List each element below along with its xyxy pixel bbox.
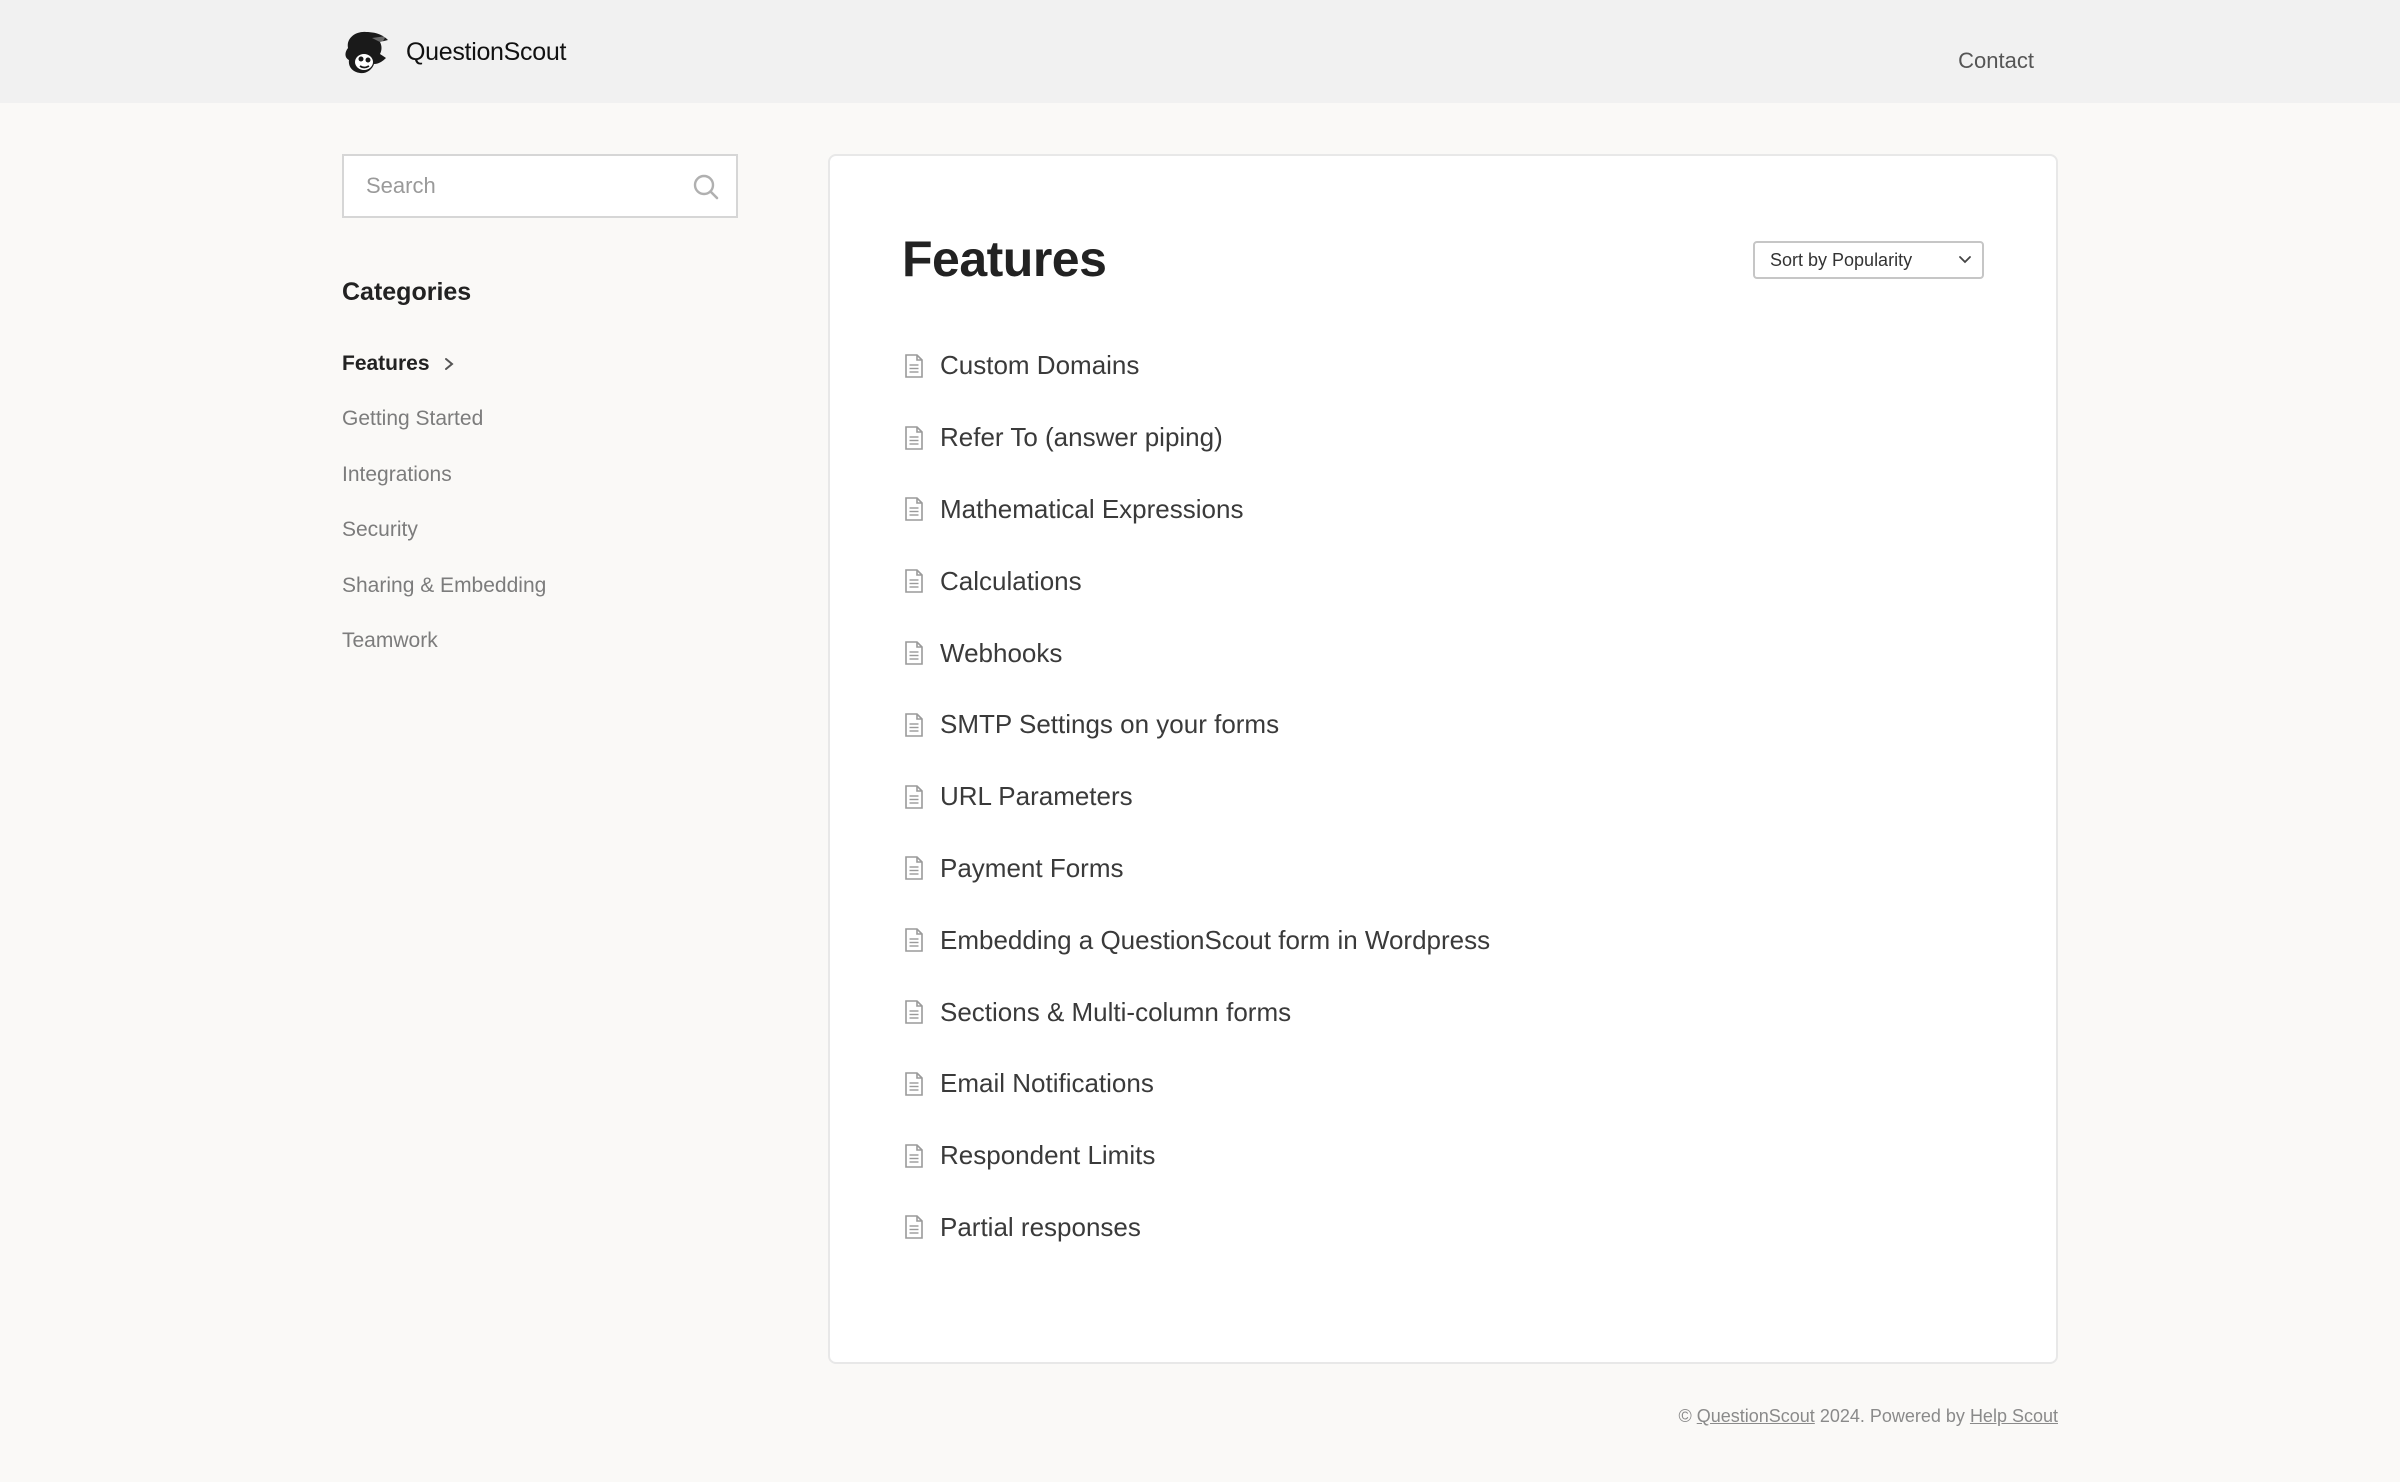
search-input[interactable] bbox=[344, 156, 736, 216]
sort-selected-value: Sort by Popularity bbox=[1770, 249, 1913, 270]
contact-link[interactable]: Contact bbox=[1958, 48, 2034, 74]
article-link[interactable]: Custom Domains bbox=[904, 330, 1490, 402]
brand-name: QuestionScout bbox=[406, 37, 567, 66]
chevron-down-icon bbox=[1959, 256, 1971, 264]
sidebar-item-teamwork[interactable]: Teamwork bbox=[342, 614, 546, 670]
footer-text: 2024. Powered by bbox=[1819, 1406, 1965, 1426]
article-link[interactable]: Email Notifications bbox=[904, 1048, 1490, 1120]
document-icon bbox=[905, 784, 923, 809]
sidebar-item-security[interactable]: Security bbox=[342, 503, 546, 559]
article-link[interactable]: SMTP Settings on your forms bbox=[904, 689, 1490, 761]
article-title: Calculations bbox=[940, 565, 1082, 596]
articles-panel: Features Sort by Popularity Custom Domai… bbox=[828, 154, 2058, 1364]
document-icon bbox=[905, 1143, 923, 1168]
brand-logo-link[interactable]: QuestionScout bbox=[342, 28, 566, 76]
category-list: Features Getting Started Integrations Se… bbox=[342, 336, 546, 669]
article-link[interactable]: Refer To (answer piping) bbox=[904, 402, 1490, 474]
document-icon bbox=[905, 713, 923, 737]
article-title: Sections & Multi-column forms bbox=[940, 996, 1292, 1027]
search-icon[interactable] bbox=[692, 173, 720, 201]
article-title: Refer To (answer piping) bbox=[940, 422, 1223, 453]
search-box bbox=[342, 154, 738, 218]
document-icon bbox=[905, 569, 923, 594]
article-title: URL Parameters bbox=[940, 781, 1133, 812]
sidebar-item-integrations[interactable]: Integrations bbox=[342, 447, 546, 503]
article-title: Embedding a QuestionScout form in Wordpr… bbox=[940, 924, 1491, 955]
category-label: Getting Started bbox=[342, 407, 484, 431]
document-icon bbox=[905, 497, 923, 522]
article-link[interactable]: URL Parameters bbox=[904, 761, 1490, 833]
document-icon bbox=[905, 641, 923, 665]
document-icon bbox=[905, 1215, 923, 1240]
article-title: Payment Forms bbox=[940, 852, 1124, 883]
brand-mascot-icon bbox=[345, 31, 388, 74]
footer-powered-link[interactable]: Help Scout bbox=[1970, 1406, 2058, 1426]
article-title: Partial responses bbox=[940, 1211, 1141, 1242]
site-header: QuestionScout Contact bbox=[0, 0, 2400, 103]
categories-heading: Categories bbox=[342, 278, 472, 306]
article-title: SMTP Settings on your forms bbox=[940, 709, 1280, 740]
article-list: Custom Domains Refer To (answer piping) Ma… bbox=[904, 330, 1490, 1263]
document-icon bbox=[905, 425, 923, 450]
article-title: Custom Domains bbox=[940, 350, 1140, 381]
article-link[interactable]: Sections & Multi-column forms bbox=[904, 976, 1490, 1048]
article-link[interactable]: Partial responses bbox=[904, 1192, 1490, 1264]
sidebar-item-sharing-embedding[interactable]: Sharing & Embedding bbox=[342, 558, 546, 614]
footer-brand-link[interactable]: QuestionScout bbox=[1697, 1406, 1815, 1426]
category-label: Integrations bbox=[342, 462, 452, 486]
article-link[interactable]: Calculations bbox=[904, 545, 1490, 617]
document-icon bbox=[905, 354, 923, 378]
document-icon bbox=[905, 928, 923, 953]
category-label: Sharing & Embedding bbox=[342, 573, 547, 597]
article-link[interactable]: Payment Forms bbox=[904, 833, 1490, 905]
category-label: Teamwork bbox=[342, 629, 438, 653]
article-link[interactable]: Respondent Limits bbox=[904, 1120, 1490, 1192]
article-link[interactable]: Embedding a QuestionScout form in Wordpr… bbox=[904, 904, 1490, 976]
sidebar-item-features[interactable]: Features bbox=[342, 336, 546, 392]
page-title: Features bbox=[902, 231, 1107, 287]
article-title: Respondent Limits bbox=[940, 1140, 1156, 1171]
article-title: Mathematical Expressions bbox=[940, 493, 1244, 524]
category-label: Security bbox=[342, 518, 418, 542]
sidebar-item-getting-started[interactable]: Getting Started bbox=[342, 392, 546, 448]
article-title: Email Notifications bbox=[940, 1068, 1154, 1099]
article-title: Webhooks bbox=[940, 637, 1063, 668]
category-label: Features bbox=[342, 351, 430, 375]
document-icon bbox=[905, 856, 923, 881]
document-icon bbox=[905, 1072, 923, 1096]
sort-select[interactable]: Sort by Popularity bbox=[1753, 241, 1984, 279]
chevron-right-icon bbox=[444, 357, 454, 370]
site-footer: © QuestionScout 2024. Powered by Help Sc… bbox=[1678, 1406, 2058, 1427]
document-icon bbox=[905, 1000, 923, 1024]
copyright-symbol: © bbox=[1678, 1406, 1692, 1426]
article-link[interactable]: Mathematical Expressions bbox=[904, 474, 1490, 546]
article-link[interactable]: Webhooks bbox=[904, 617, 1490, 689]
